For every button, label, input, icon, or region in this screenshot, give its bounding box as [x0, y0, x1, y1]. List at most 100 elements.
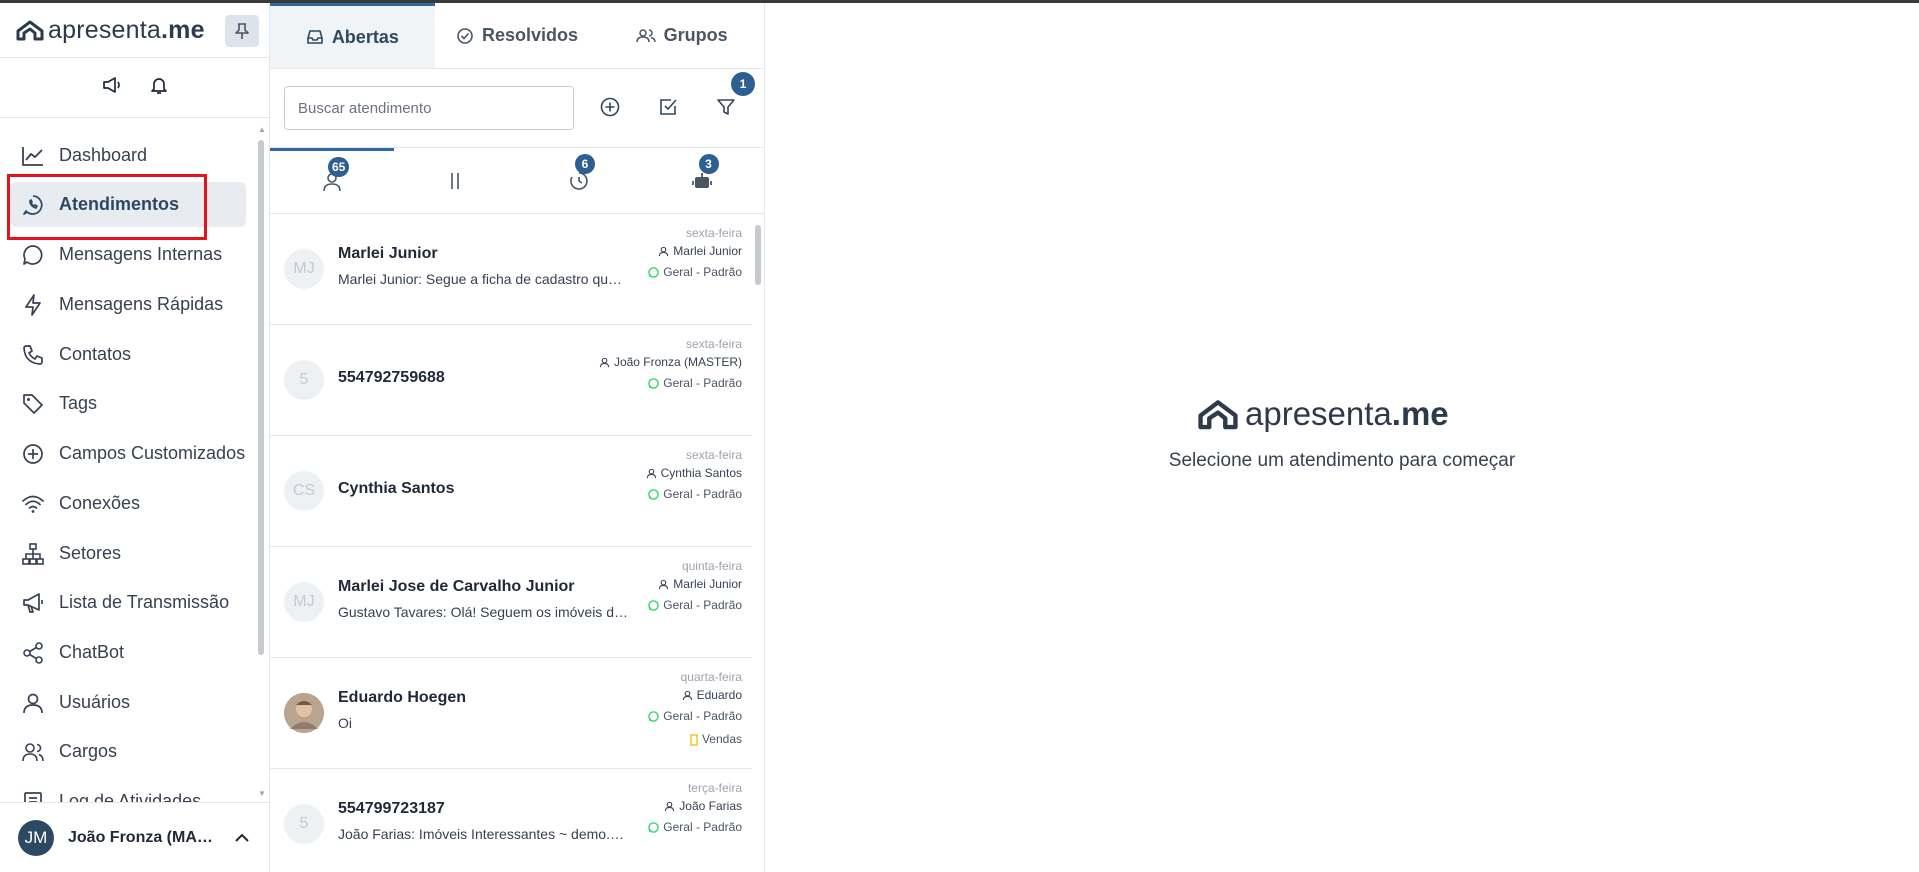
brand-logo-large: apresenta.me	[1197, 395, 1449, 433]
ticket-date: sexta-feira	[685, 226, 742, 240]
ticket-connection: Geral - Padrão	[599, 375, 742, 392]
ticket-item[interactable]: MJ Marlei Junior Marlei Junior: Segue a …	[270, 214, 752, 325]
tab-abertas[interactable]: Abertas	[270, 3, 435, 68]
tag-icon	[23, 393, 43, 414]
announcements-button[interactable]	[101, 75, 123, 100]
ticket-list-scrollbar[interactable]	[755, 225, 761, 285]
whatsapp-icon	[648, 600, 660, 611]
brand-suffix: .me	[161, 15, 205, 44]
sidebar-scrollbar[interactable]	[258, 140, 264, 655]
tab-em-atendimento[interactable]: 65	[270, 148, 394, 213]
phone-icon	[23, 344, 43, 365]
ticket-item[interactable]: MJ Marlei Jose de Carvalho Junior Gustav…	[270, 547, 752, 658]
user-profile[interactable]: JM João Fronza (MASTER)	[0, 802, 270, 872]
tab-chatbot[interactable]: 3	[641, 148, 765, 213]
checkbox-icon	[660, 99, 677, 115]
profile-photo-icon	[284, 693, 324, 733]
avatar: MJ	[284, 249, 324, 289]
ticket-contact-name: 554799723187	[338, 800, 445, 817]
ticket-connection: Geral - Padrão	[646, 486, 742, 503]
new-ticket-button[interactable]	[592, 89, 628, 125]
megaphone-icon	[102, 77, 120, 93]
tab-grupos[interactable]: Grupos	[599, 3, 764, 68]
ticket-assignee-name: João Farias	[679, 799, 742, 813]
chat-placeholder-area: apresenta.me Selecione um atendimento pa…	[765, 3, 1919, 872]
ticket-last-message: Marlei Junior: Segue a ficha de cadastro…	[338, 271, 628, 287]
ticket-sector-name: Vendas	[701, 732, 742, 746]
sidebar-item-chatbot[interactable]: ChatBot	[10, 630, 246, 675]
whatsapp-icon	[648, 267, 660, 278]
avatar	[284, 693, 324, 733]
avatar: CS	[284, 471, 324, 511]
sidebar-item-tags[interactable]: Tags	[10, 381, 246, 426]
chevron-up-icon[interactable]	[234, 833, 250, 843]
tab-label: Abertas	[331, 26, 399, 47]
ticket-connection-name: Geral - Padrão	[663, 598, 742, 612]
avatar: 5	[284, 360, 324, 400]
sidebar-item-label: ChatBot	[59, 642, 125, 662]
sidebar-item-log-atividades[interactable]: Log de Atividades	[10, 779, 246, 803]
sidebar-item-lista-transmissao[interactable]: Lista de Transmissão	[10, 580, 246, 625]
document-list-icon	[24, 791, 42, 803]
brand-logo[interactable]: apresenta.me	[16, 16, 205, 45]
tab-pausados[interactable]	[394, 148, 518, 213]
lightning-icon	[25, 293, 41, 316]
sidebar-item-setores[interactable]: Setores	[10, 531, 246, 576]
wifi-icon	[22, 495, 44, 513]
notifications-button[interactable]	[149, 75, 169, 100]
ticket-contact-name: Marlei Jose de Carvalho Junior	[338, 578, 575, 595]
select-tickets-button[interactable]	[650, 89, 686, 125]
check-circle-icon	[457, 27, 473, 44]
sidebar-item-label: Mensagens Rápidas	[59, 294, 224, 314]
ticket-item[interactable]: CS Cynthia Santos sexta-feira Cynthia Sa…	[270, 436, 752, 547]
users-icon	[22, 742, 44, 761]
ticket-contact-name: Eduardo Hoegen	[338, 689, 467, 706]
ticket-assignee: Cynthia Santos	[646, 465, 742, 482]
search-input[interactable]	[284, 86, 574, 130]
user-icon	[665, 801, 675, 812]
whatsapp-icon	[648, 822, 660, 833]
brand-suffix: .me	[1391, 395, 1449, 432]
tab-resolvidos[interactable]: Resolvidos	[435, 3, 600, 68]
ticket-assignee: Eduardo	[648, 687, 742, 704]
ticket-connection-name: Geral - Padrão	[663, 709, 742, 723]
ticket-item[interactable]: 5 554792759688 sexta-feira João Fronza (…	[270, 325, 752, 436]
ticket-contact-name: Marlei Junior	[338, 245, 438, 262]
filter-icon	[717, 99, 735, 115]
ticket-last-message: João Farias: Imóveis Interessantes ~ dem…	[338, 826, 628, 842]
ticket-connection: Geral - Padrão	[648, 819, 742, 836]
scroll-up-arrow-icon[interactable]: ▲	[258, 125, 266, 134]
ticket-assignee-name: Marlei Junior	[673, 244, 742, 258]
scroll-down-arrow-icon[interactable]: ▼	[258, 789, 266, 798]
ticket-item[interactable]: Eduardo Hoegen Oi quarta-feira Eduardo G…	[270, 658, 752, 769]
ticket-last-message: Oi	[338, 715, 352, 731]
sidebar-item-conexoes[interactable]: Conexões	[10, 481, 246, 526]
sidebar-item-dashboard[interactable]: Dashboard	[10, 133, 246, 178]
broadcast-megaphone-icon	[23, 592, 43, 613]
sidebar-item-label: Cargos	[59, 741, 118, 761]
user-icon	[23, 693, 43, 713]
ticket-meta: sexta-feira Cynthia Santos Geral - Padrã…	[646, 447, 742, 503]
sidebar-item-usuarios[interactable]: Usuários	[10, 680, 246, 725]
ticket-connection-name: Geral - Padrão	[663, 376, 742, 390]
ticket-connection: Geral - Padrão	[648, 264, 742, 281]
sidebar-item-mensagens-rapidas[interactable]: Mensagens Rápidas	[10, 282, 246, 327]
pin-sidebar-button[interactable]	[225, 15, 259, 47]
sidebar: apresenta.me Dashboard Atendimentos Mens…	[0, 3, 270, 872]
ticket-item[interactable]: 5 554799723187 João Farias: Imóveis Inte…	[270, 769, 752, 872]
sidebar-item-cargos[interactable]: Cargos	[10, 729, 246, 774]
sidebar-item-label: Mensagens Internas	[59, 244, 223, 264]
plus-circle-icon	[23, 443, 43, 464]
sidebar-item-label: Usuários	[59, 692, 131, 712]
sidebar-item-campos-customizados[interactable]: Campos Customizados	[10, 431, 246, 476]
ticket-assignee: João Fronza (MASTER)	[599, 354, 742, 371]
tab-aguardando[interactable]: 6	[517, 148, 641, 213]
sidebar-item-label: Conexões	[59, 493, 141, 513]
open-count-badge: 65	[328, 157, 350, 177]
ticket-meta: sexta-feira Marlei Junior Geral - Padrão	[648, 225, 742, 281]
sidebar-item-contatos[interactable]: Contatos	[10, 332, 246, 377]
empty-state-message: Selecione um atendimento para começar	[1168, 450, 1516, 471]
ticket-date: terça-feira	[687, 781, 742, 795]
user-icon	[599, 357, 610, 368]
user-icon	[659, 579, 669, 590]
